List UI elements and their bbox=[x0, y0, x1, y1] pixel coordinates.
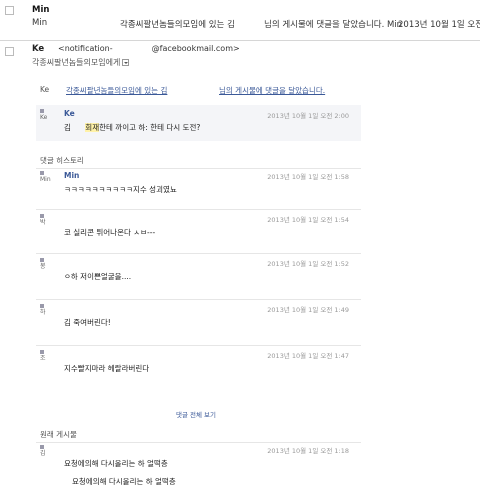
history-item: 조 2013년 10월 1일 오전 1:47 지수빨지마라 헤랄라버린다 bbox=[36, 345, 361, 390]
select-checkbox-open[interactable] bbox=[5, 47, 14, 56]
open-message: Ke <notification- @facebookmail.com> 각종씨… bbox=[0, 41, 480, 490]
sender-email-domain: @facebookmail.com> bbox=[151, 44, 240, 53]
comment-time: 2013년 10월 1일 오전 2:00 bbox=[267, 112, 349, 120]
sender-email-local: <notification- bbox=[58, 44, 113, 53]
history-item: Min Min 2013년 10월 1일 오전 1:58 ㅋㅋㅋㅋㅋㅋㅋㅋㅋㅋ지… bbox=[36, 168, 361, 211]
notification-author: Ke bbox=[40, 85, 50, 94]
details-dropdown-icon[interactable] bbox=[122, 59, 130, 66]
comment-text: 코 실리콘 튀어나온다 ㅅㅂ--- bbox=[64, 228, 156, 237]
snippet-subject: 각종씨팔년놈들의모임에 있는 김 bbox=[120, 20, 235, 30]
avatar[interactable]: 조 bbox=[40, 350, 54, 369]
original-post-title: 원래 게시물 bbox=[40, 430, 77, 439]
comment-time: 2013년 10월 1일 오전 1:58 bbox=[267, 173, 349, 181]
group-link[interactable]: 각종씨팔년놈들의모임에 있는 김 bbox=[66, 85, 167, 96]
comment-author[interactable]: Ke bbox=[64, 109, 75, 118]
snippet-body: 님의 게시물에 댓글을 달았습니다. Min bbox=[264, 20, 403, 30]
comment-text: 김 회재한테 까이고 하: 한테 다시 도전? bbox=[64, 123, 201, 132]
avatar[interactable]: 하 bbox=[40, 304, 54, 323]
avatar[interactable]: Ke bbox=[40, 109, 54, 128]
list-sender: Min bbox=[32, 5, 50, 15]
avatar[interactable]: 김 bbox=[40, 445, 54, 464]
post-time: 2013년 10월 1일 오전 1:18 bbox=[267, 447, 349, 455]
avatar[interactable]: Min bbox=[40, 171, 54, 190]
comment-text: 지수빨지마라 헤랄라버린다 bbox=[64, 364, 150, 373]
recipient-line: 각종씨팔년놈들의모임에게 bbox=[32, 57, 130, 68]
post-link[interactable]: 님의 게시물에 댓글을 달았습니다. bbox=[219, 85, 325, 96]
post-text-line-2: 요청에의해 다시올리는 하 얼떡층 bbox=[72, 477, 176, 486]
comment-text: ㅋㅋㅋㅋㅋㅋㅋㅋㅋㅋ지수 성괴였뇨 bbox=[64, 185, 177, 194]
history-item: 박 2013년 10월 1일 오전 1:54 코 실리콘 튀어나온다 ㅅㅂ--- bbox=[36, 209, 361, 254]
message-sender[interactable]: Ke bbox=[32, 44, 44, 54]
show-all-comments-link[interactable]: 댓글 전체 보기 bbox=[176, 409, 216, 419]
recipient: 각종씨팔년놈들의모임에게 bbox=[32, 58, 121, 67]
notification-header: Ke 각종씨팔년놈들의모임에 있는 김 님의 게시물에 댓글을 달았습니다. bbox=[36, 85, 361, 99]
comment-time: 2013년 10월 1일 오전 1:47 bbox=[267, 352, 349, 360]
history-item: 봉 2013년 10월 1일 오전 1:52 ㅇ하 저이쁜얼굴을.... bbox=[36, 253, 361, 298]
comment-time: 2013년 10월 1일 오전 1:52 bbox=[267, 260, 349, 268]
comment-author[interactable]: Min bbox=[64, 171, 79, 180]
new-comment: Ke Ke 2013년 10월 1일 오전 2:00 김 회재한테 까이고 하:… bbox=[36, 105, 361, 141]
select-checkbox[interactable] bbox=[5, 6, 14, 15]
original-post: 김 2013년 10월 1일 오전 1:18 요청에의해 다시올리는 하 얼떡층… bbox=[36, 442, 361, 490]
comment-text: 김 죽여버린다! bbox=[64, 318, 111, 327]
history-item: 하 2013년 10월 1일 오전 1:49 김 죽여버린다! bbox=[36, 299, 361, 344]
sender-email: <notification- @facebookmail.com> bbox=[58, 44, 240, 53]
comment-time: 2013년 10월 1일 오전 1:49 bbox=[267, 306, 349, 314]
avatar[interactable]: 박 bbox=[40, 214, 54, 233]
comment-time: 2013년 10월 1일 오전 1:54 bbox=[267, 216, 349, 224]
avatar[interactable]: 봉 bbox=[40, 258, 54, 277]
comment-text: ㅇ하 저이쁜얼굴을.... bbox=[64, 272, 132, 281]
highlight-text: 회재 bbox=[85, 123, 100, 132]
post-text-line-1: 요청에의해 다시올리는 하 얼떡층 bbox=[64, 459, 168, 468]
snippet-date: 2013년 10월 1일 오전... bbox=[398, 20, 480, 30]
snippet-sender: Min bbox=[32, 18, 48, 28]
comment-history-title: 댓글 히스토리 bbox=[40, 156, 84, 165]
message-list-row[interactable]: Min Min 각종씨팔년놈들의모임에 있는 김 님의 게시물에 댓글을 달았습… bbox=[0, 0, 480, 40]
